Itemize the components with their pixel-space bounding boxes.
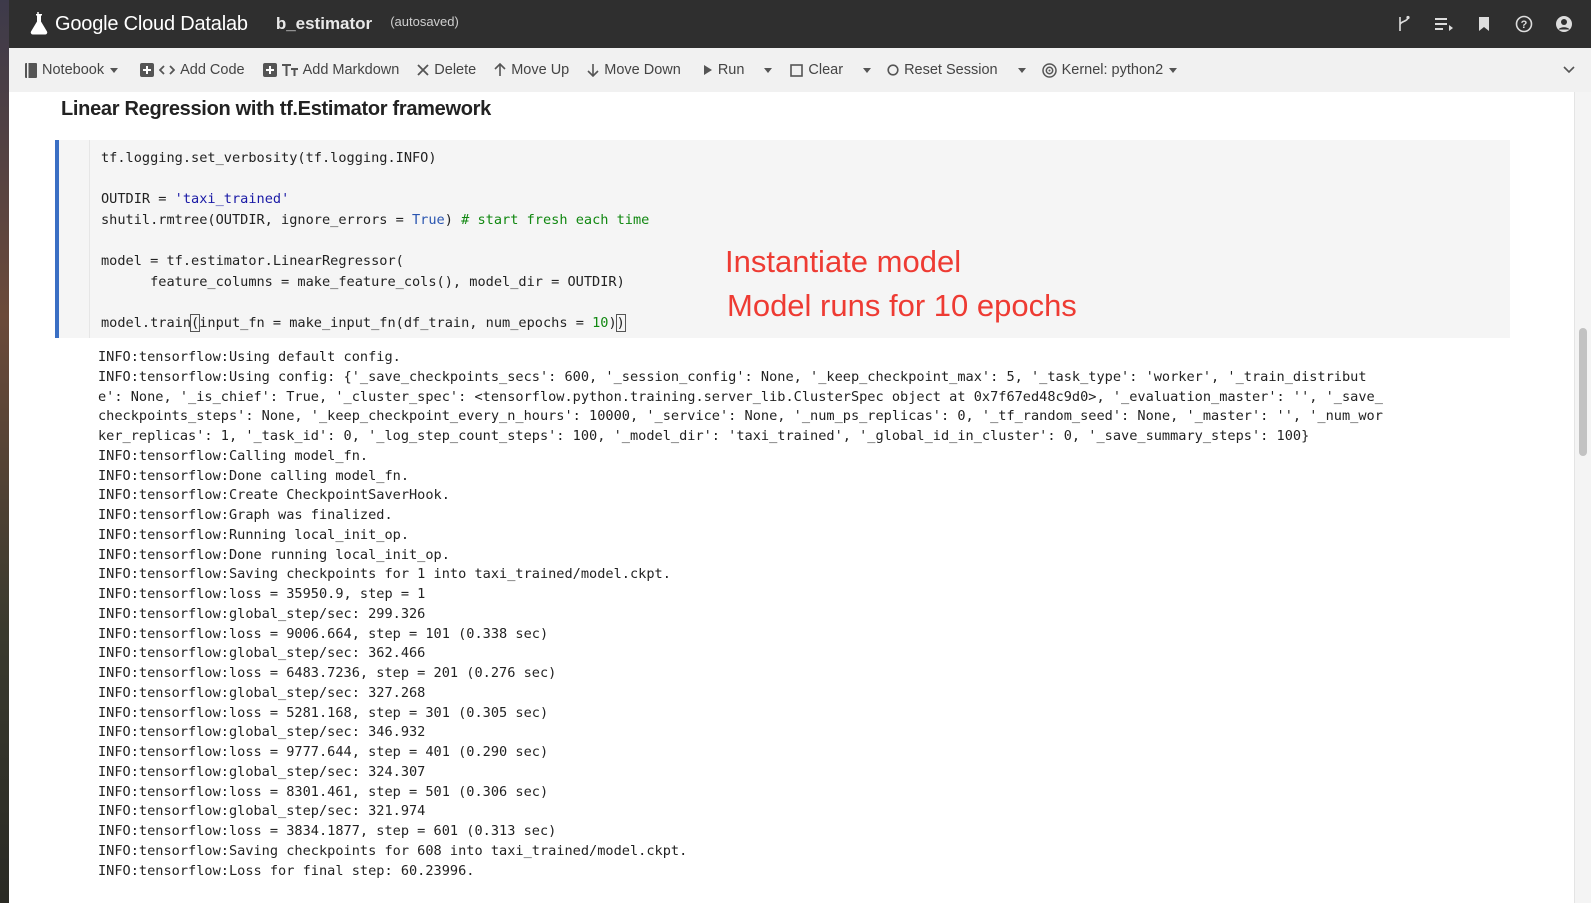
output-line: INFO:tensorflow:loss = 8301.461, step = … — [98, 783, 549, 800]
kernel-icon — [1041, 62, 1057, 78]
brand-name: Google Cloud Datalab — [55, 12, 248, 35]
output-line: ker_replicas': 1, '_task_id': 0, '_log_s… — [98, 428, 1310, 444]
output-line: INFO:tensorflow:loss = 9006.664, step = … — [98, 625, 549, 642]
checkbox-icon — [790, 63, 804, 77]
run-label: Run — [717, 62, 745, 78]
section-heading: Linear Regression with tf.Estimator fram… — [61, 98, 491, 120]
output-line: INFO:tensorflow:loss = 35950.9, step = 1 — [98, 586, 426, 602]
output-line: INFO:tensorflow:Done running local_init_… — [98, 546, 450, 563]
move-down-label: Move Down — [604, 62, 681, 78]
output-line: INFO:tensorflow:Calling model_fn. — [98, 447, 369, 464]
notebook-content: Linear Regression with tf.Estimator fram… — [9, 92, 1575, 903]
scrollbar-thumb[interactable] — [1579, 328, 1587, 456]
datalab-window: Google Cloud Datalab b_estimator (autosa… — [9, 0, 1591, 903]
close-icon — [417, 64, 429, 76]
help-icon[interactable]: ? — [1515, 15, 1533, 33]
output-line: INFO:tensorflow:global_step/sec: 324.307 — [98, 763, 426, 780]
notebook-label: Notebook — [42, 62, 105, 78]
account-icon[interactable] — [1555, 15, 1573, 33]
output-line: INFO:tensorflow:Loss for final step: 60.… — [98, 862, 475, 879]
list-icon[interactable] — [1435, 15, 1453, 33]
annotation-instantiate-model: Instantiate model — [725, 244, 962, 279]
app-bar-actions: ? — [1395, 0, 1573, 48]
save-status: (autosaved) — [390, 13, 459, 29]
notebook-icon — [25, 62, 37, 78]
output-line: INFO:tensorflow:global_step/sec: 321.974 — [98, 803, 426, 820]
code-line: OUTDIR = 'taxi_trained' — [101, 191, 290, 208]
output-line: INFO:tensorflow:loss = 9777.644, step = … — [98, 744, 549, 760]
output-line: e': None, '_is_chief': True, '_cluster_s… — [98, 388, 1383, 405]
plus-box-icon — [262, 63, 277, 77]
bookmark-icon[interactable] — [1475, 15, 1493, 33]
play-icon — [703, 65, 712, 75]
output-line: INFO:tensorflow:Running local_init_op. — [98, 526, 409, 543]
toolbar-collapse[interactable] — [1563, 48, 1575, 92]
notebook-title[interactable]: b_estimator — [276, 14, 372, 34]
svg-text:?: ? — [1521, 19, 1528, 31]
output-line: INFO:tensorflow:global_step/sec: 327.268 — [98, 684, 426, 701]
output-line: INFO:tensorflow:Saving checkpoints for 6… — [98, 842, 688, 859]
arrow-up-icon — [494, 63, 506, 76]
code-line: feature_columns = make_feature_cols(), m… — [101, 273, 625, 290]
code-editor[interactable]: tf.logging.set_verbosity(tf.logging.INFO… — [101, 148, 649, 333]
chevron-down-icon — [1169, 67, 1178, 73]
chevron-down-icon[interactable] — [764, 67, 773, 73]
reset-session-button[interactable]: Reset Session — [881, 48, 1032, 92]
kernel-menu[interactable]: Kernel: python2 — [1036, 48, 1184, 92]
circle-icon — [887, 64, 899, 76]
chevron-down-icon[interactable] — [863, 67, 872, 73]
flask-icon — [30, 12, 48, 35]
delete-button[interactable]: Delete — [411, 48, 482, 92]
output-line: INFO:tensorflow:Done calling model_fn. — [98, 467, 409, 484]
output-line: INFO:tensorflow:loss = 6483.7236, step =… — [98, 665, 557, 681]
output-line: checkpoints_steps': None, '_keep_checkpo… — [98, 408, 1383, 425]
chevron-down-icon — [1563, 66, 1575, 74]
datalab-logo[interactable]: Google Cloud Datalab — [29, 12, 248, 36]
arrow-down-icon — [587, 64, 599, 77]
move-up-label: Move Up — [511, 62, 570, 78]
output-line: INFO:tensorflow:global_step/sec: 346.932 — [98, 724, 426, 741]
code-line: model.train(input_fn = make_input_fn(df_… — [101, 313, 626, 332]
text-format-icon — [281, 63, 298, 76]
output-line: INFO:tensorflow:loss = 5281.168, step = … — [98, 704, 549, 721]
output-line: INFO:tensorflow:Graph was finalized. — [98, 507, 393, 523]
output-line: INFO:tensorflow:Saving checkpoints for 1… — [98, 566, 671, 583]
output-line: INFO:tensorflow:Create CheckpointSaverHo… — [98, 487, 450, 504]
add-markdown-label: Add Markdown — [302, 62, 400, 78]
code-line: shutil.rmtree(OUTDIR, ignore_errors = Tr… — [101, 211, 650, 228]
cell-output: INFO:tensorflow:Using default config. IN… — [98, 348, 1498, 881]
app-bar: Google Cloud Datalab b_estimator (autosa… — [9, 0, 1591, 48]
add-code-label: Add Code — [180, 62, 245, 78]
plus-box-icon — [140, 63, 155, 77]
notebook-toolbar: Notebook Add Code Add Markdown Delete Mo… — [9, 48, 1591, 93]
move-up-button[interactable]: Move Up — [488, 48, 575, 92]
kernel-label: Kernel: python2 — [1061, 62, 1164, 78]
vertical-scrollbar[interactable] — [1574, 92, 1591, 903]
output-line: INFO:tensorflow:global_step/sec: 299.326 — [98, 605, 426, 622]
output-line: INFO:tensorflow:global_step/sec: 362.466 — [98, 645, 426, 662]
code-line: model = tf.estimator.LinearRegressor( — [101, 252, 404, 269]
add-markdown-button[interactable]: Add Markdown — [257, 48, 406, 92]
notebook-menu[interactable]: Notebook — [19, 48, 124, 92]
output-line: INFO:tensorflow:Using config: {'_save_ch… — [98, 368, 1367, 385]
add-code-button[interactable]: Add Code — [134, 48, 251, 92]
code-line: tf.logging.set_verbosity(tf.logging.INFO… — [101, 150, 437, 166]
cell-gutter — [63, 140, 90, 338]
run-button[interactable]: Run — [697, 48, 779, 92]
branch-icon[interactable] — [1395, 15, 1413, 33]
clear-label: Clear — [808, 62, 844, 78]
clear-button[interactable]: Clear — [784, 48, 877, 92]
reset-session-label: Reset Session — [904, 62, 998, 78]
move-down-button[interactable]: Move Down — [581, 48, 687, 92]
code-icon — [159, 65, 176, 75]
chevron-down-icon — [110, 67, 119, 73]
output-line: INFO:tensorflow:Using default config. — [98, 349, 401, 365]
annotation-epochs: Model runs for 10 epochs — [727, 288, 1077, 323]
delete-label: Delete — [434, 62, 477, 78]
chevron-down-icon[interactable] — [1017, 67, 1026, 73]
output-line: INFO:tensorflow:loss = 3834.1877, step =… — [98, 823, 557, 839]
